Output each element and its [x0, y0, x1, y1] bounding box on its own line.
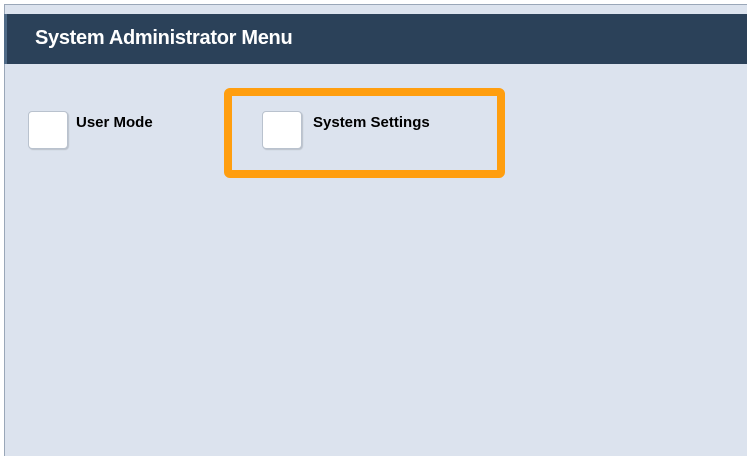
system-settings-label: System Settings	[313, 114, 430, 131]
user-mode-option[interactable]: User Mode	[26, 108, 186, 152]
system-settings-checkbox[interactable]	[262, 111, 302, 149]
system-settings-option[interactable]: System Settings	[260, 108, 460, 152]
main-panel	[4, 4, 747, 456]
user-mode-label: User Mode	[76, 114, 153, 131]
title-bar: System Administrator Menu	[4, 14, 747, 64]
user-mode-checkbox[interactable]	[28, 111, 68, 149]
page-title: System Administrator Menu	[35, 27, 293, 49]
